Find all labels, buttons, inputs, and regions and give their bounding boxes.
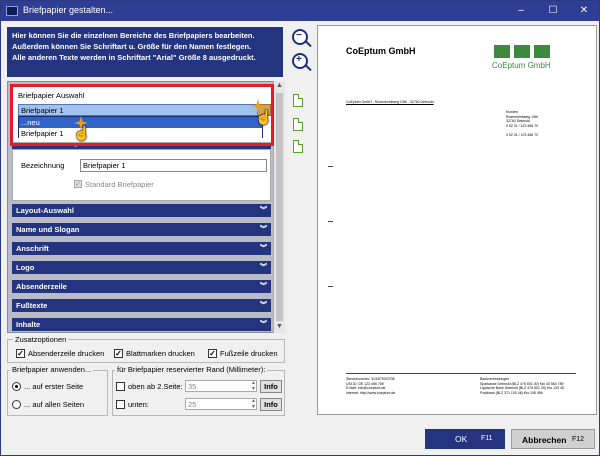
preview-footer-left: Steuernummer: 313/5750/0708 USt-ID: DE 1…	[346, 377, 396, 395]
section-header-name-slogan[interactable]: Name und Slogan ︾	[12, 223, 271, 236]
zusatz-title: Zusatzoptionen	[13, 335, 69, 344]
oben-checkbox[interactable]	[116, 382, 125, 391]
anwenden-title: Briefpapier anwenden...	[10, 365, 94, 374]
oben-spinner[interactable]: ▲ ▼	[251, 380, 257, 392]
scroll-thumb[interactable]	[276, 93, 283, 321]
anwenden-group	[7, 370, 108, 416]
hand-cursor-icon: ☝	[255, 109, 273, 125]
unten-label: unten:	[128, 400, 149, 409]
new-document-icon[interactable]	[293, 94, 303, 107]
hand-cursor-icon-2: ☝	[73, 125, 91, 141]
zoom-out-icon[interactable]: −	[292, 29, 308, 45]
unten-input[interactable]: 25	[185, 398, 257, 410]
letterhead-preview: CoEptum GmbH CoEptum GmbH CoEptum GmbH -…	[317, 25, 597, 415]
chevron-down-icon: ︾	[260, 226, 267, 233]
section-header-layout[interactable]: Layout-Auswahl ︾	[12, 204, 271, 217]
scroll-up-icon[interactable]: ▲	[276, 82, 283, 89]
bezeichnung-label: Bezeichnung	[21, 161, 65, 170]
oben-info-button[interactable]: Info	[260, 380, 282, 393]
rand-title: für Briefpapier reservierter Rand (Milli…	[115, 365, 268, 374]
info-box: Hier können Sie die einzelnen Bereiche d…	[7, 27, 283, 77]
company-logo: CoEptum GmbH	[492, 45, 574, 75]
info-line-1: Hier können Sie die einzelnen Bereiche d…	[12, 31, 255, 40]
copy-document-icon[interactable]	[293, 118, 303, 131]
ok-button[interactable]: OK F11	[425, 429, 505, 449]
chevron-down-icon: ︾	[260, 283, 267, 290]
logo-square-3	[534, 45, 550, 58]
zoom-in-icon[interactable]: +	[292, 53, 308, 69]
oben-label: oben ab 2.Seite:	[128, 382, 183, 391]
absenderzeile-label: Absenderzeile drucken	[28, 349, 105, 358]
ok-label: OK	[455, 434, 468, 444]
chevron-down-icon: ︾	[260, 245, 267, 252]
close-button[interactable]: ✕	[575, 4, 593, 18]
fold-mark	[328, 166, 333, 167]
preview-company-name: CoEptum GmbH	[346, 46, 416, 56]
radio-erste-seite[interactable]	[12, 382, 21, 391]
info-line-2: Außerdem können Sie Schriftart u. Größe …	[12, 42, 252, 51]
blattmarken-label: Blattmarken drucken	[126, 349, 195, 358]
cancel-label: Abbrechen	[522, 435, 567, 445]
blattmarken-checkbox[interactable]: ✓	[114, 349, 123, 358]
chevron-down-icon: ︾	[260, 302, 267, 309]
standard-label: Standard Briefpapier	[85, 180, 154, 189]
section-header-logo[interactable]: Logo ︾	[12, 261, 271, 274]
ok-shortcut: F11	[481, 435, 493, 442]
cancel-button[interactable]: Abbrechen F12	[511, 429, 595, 449]
unten-info-button[interactable]: Info	[260, 398, 282, 411]
logo-square-1	[494, 45, 510, 58]
chevron-down-icon: ︾	[260, 207, 267, 214]
delete-document-icon[interactable]	[293, 140, 303, 153]
fusszeile-checkbox[interactable]: ✓	[208, 349, 217, 358]
radio-alle-seiten[interactable]	[12, 400, 21, 409]
section-header-absenderzeile[interactable]: Absenderzeile ︾	[12, 280, 271, 293]
chevron-down-icon: ︾	[260, 321, 267, 328]
preview-sender-line: CoEptum GmbH - Rosenbrinkweg 13th - 3276…	[346, 100, 434, 104]
title-bar: Briefpapier gestalten... – ☐ ✕	[1, 1, 599, 21]
logo-text: CoEptum GmbH	[492, 61, 551, 70]
section-header-inhalte[interactable]: Inhalte ︾	[12, 318, 271, 331]
scroll-down-icon[interactable]: ▼	[276, 323, 283, 330]
bezeichnung-input[interactable]: Briefpapier 1	[80, 159, 267, 172]
absenderzeile-checkbox[interactable]: ✓	[16, 349, 25, 358]
unten-checkbox[interactable]	[116, 400, 125, 409]
section-header-anschrift[interactable]: Anschrift ︾	[12, 242, 271, 255]
oben-input[interactable]: 35	[185, 380, 257, 392]
preview-footer-right: Bankverbindungen Sparkasse Detmold (BLZ …	[480, 377, 564, 395]
cancel-shortcut: F12	[572, 436, 585, 443]
maximize-button[interactable]: ☐	[544, 4, 562, 18]
general-settings-box: Bezeichnung Briefpapier 1 ✓ Standard Bri…	[12, 149, 271, 201]
dialog-window: Briefpapier gestalten... – ☐ ✕ Hier könn…	[0, 0, 600, 456]
preview-address: Kunden Rosenbrinkweg 13th 32760 Detmold …	[506, 110, 539, 137]
fold-mark-2	[328, 286, 333, 287]
minimize-button[interactable]: –	[512, 4, 530, 18]
radio-erste-seite-label: ... auf erster Seite	[24, 382, 84, 391]
highlight-frame	[10, 84, 274, 146]
footer-divider	[346, 373, 576, 374]
window-title: Briefpapier gestalten...	[23, 5, 114, 15]
punch-mark	[328, 221, 333, 222]
logo-square-2	[514, 45, 530, 58]
unten-spinner[interactable]: ▲ ▼	[251, 398, 257, 410]
panel-scrollbar[interactable]: ▲ ▼	[273, 81, 285, 333]
app-icon	[6, 6, 18, 16]
standard-checkbox[interactable]: ✓	[74, 180, 82, 188]
section-header-fusstexte[interactable]: Fußtexte ︾	[12, 299, 271, 312]
radio-alle-seiten-label: ... auf allen Seiten	[24, 400, 85, 409]
fusszeile-label: Fußzeile drucken	[220, 349, 278, 358]
info-line-3: Alle anderen Texte werden in Schriftart …	[12, 53, 256, 62]
chevron-down-icon: ︾	[260, 264, 267, 271]
